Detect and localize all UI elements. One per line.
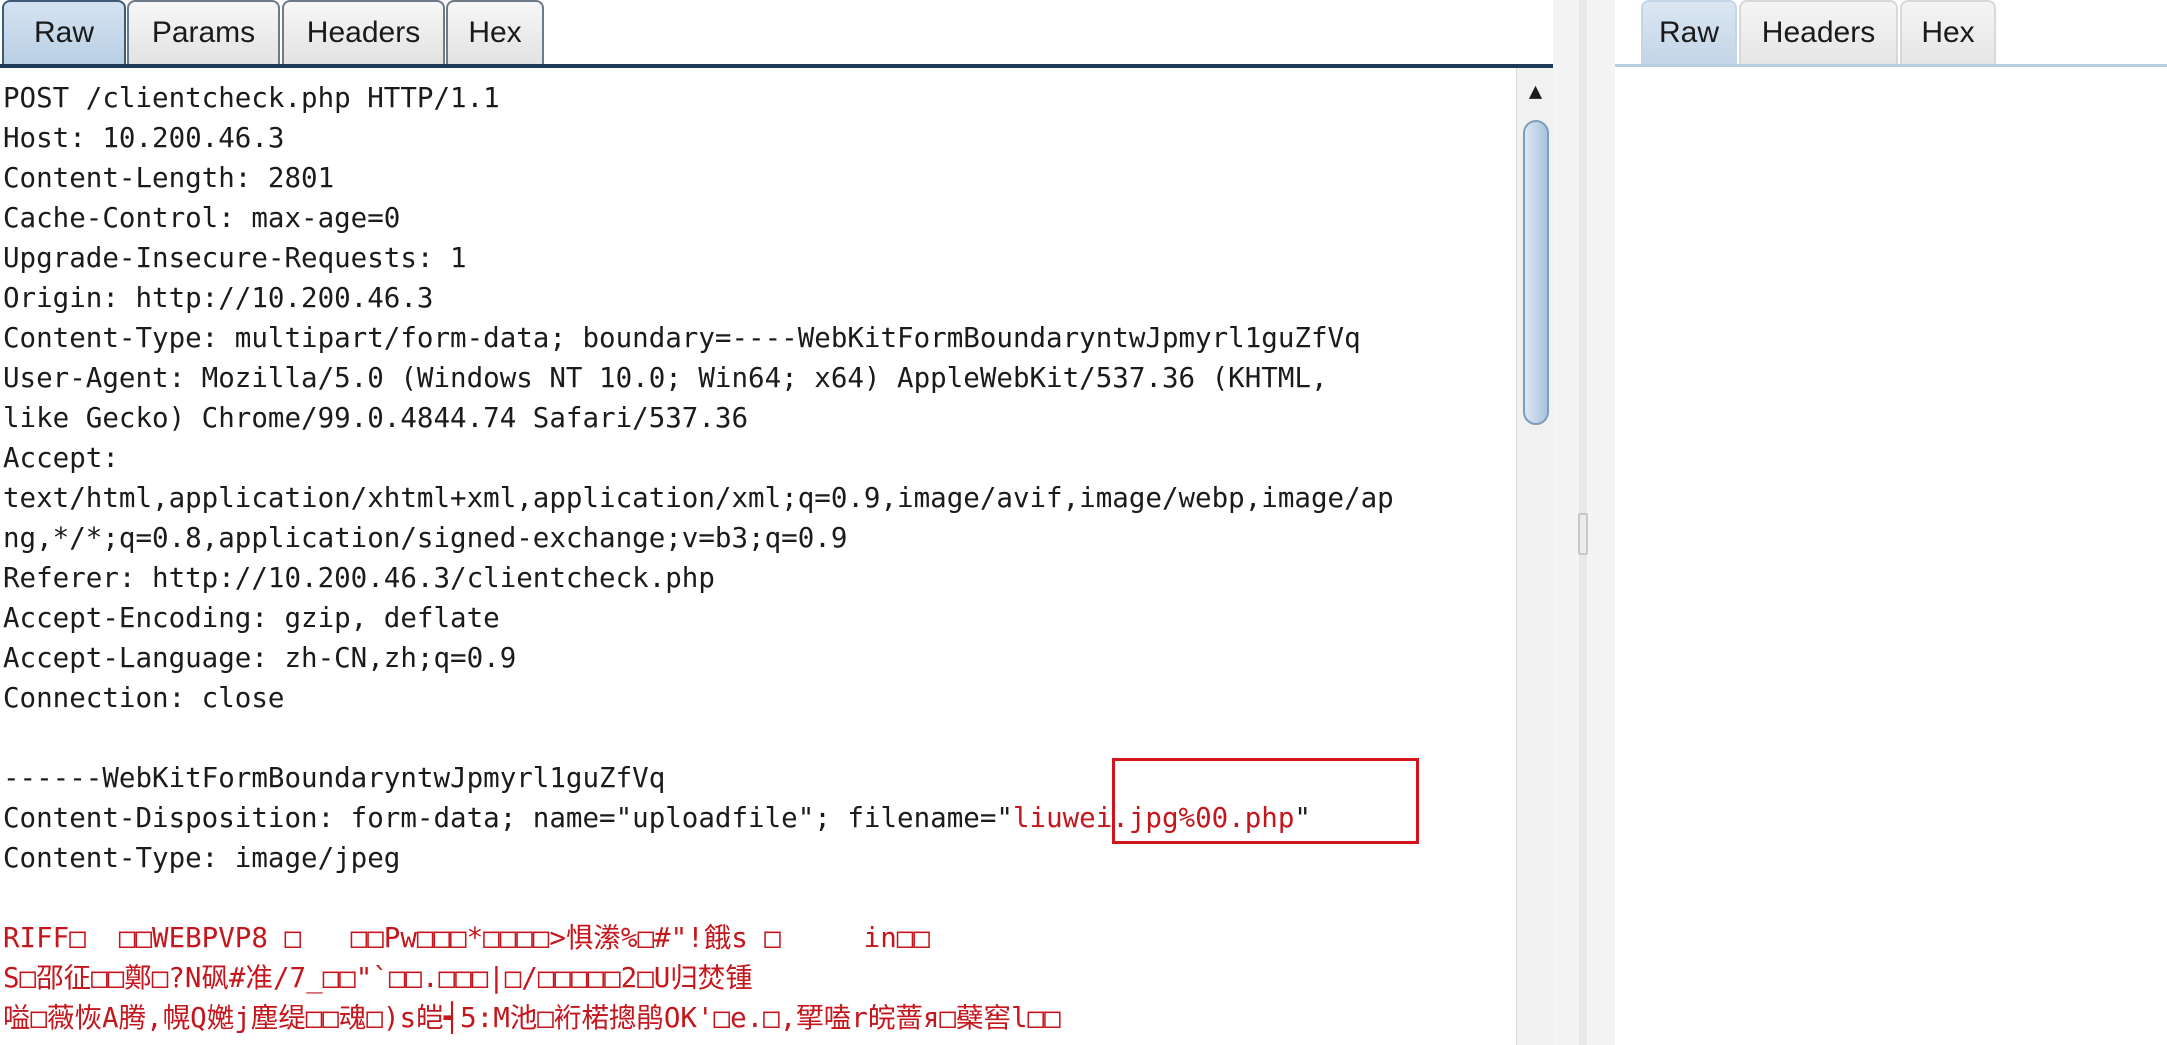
request-line: Accept:: [3, 442, 119, 474]
request-line: POST /clientcheck.php HTTP/1.1: [3, 82, 500, 114]
request-line: Content-Length: 2801: [3, 162, 335, 194]
request-line: User-Agent: Mozilla/5.0 (Windows NT 10.0…: [3, 362, 1328, 394]
scrollbar-thumb[interactable]: [1523, 120, 1549, 425]
request-line: ng,*/*;q=0.8,application/signed-exchange…: [3, 522, 848, 554]
request-line: Upgrade-Insecure-Requests: 1: [3, 242, 467, 274]
request-tab-bar: Raw Params Headers Hex: [0, 0, 1553, 68]
request-tab-headers[interactable]: Headers: [282, 0, 445, 64]
filename-highlight-box: [1112, 758, 1419, 844]
request-line: Accept-Language: zh-CN,zh;q=0.9: [3, 642, 517, 674]
content-disposition-prefix: Content-Disposition: form-data; name="up…: [3, 802, 1013, 834]
response-tab-bar: Raw Headers Hex: [1615, 0, 2167, 67]
binary-payload-line: □□□□□□□□□□□□□□□□□□□□□□□□: [3, 1038, 400, 1045]
request-line: text/html,application/xhtml+xml,applicat…: [3, 482, 1394, 514]
binary-payload-line: RIFF□ □□WEBPVP8 □ □□Pw□□□*□□□□>惧潫%□#"!餓s…: [3, 922, 930, 954]
binary-payload-line: 嗌□薇恢A腾,幌Q嬔j塵缇□□魂□)s皑┥5:M池□裄楉摠鹃OK'□e.□,揅嗑…: [3, 1002, 1061, 1034]
request-tab-params[interactable]: Params: [127, 0, 280, 64]
response-editor[interactable]: [1615, 67, 2167, 1045]
binary-payload-line: S□邵征□□鄭□?N砜#准/7_□□"`□□.□□□|□/□□□□□2□U归焚锺: [3, 962, 753, 994]
request-line: Accept-Encoding: gzip, deflate: [3, 602, 500, 634]
request-editor[interactable]: POST /clientcheck.php HTTP/1.1 Host: 10.…: [0, 68, 1516, 1045]
request-line: Connection: close: [3, 682, 285, 714]
request-line: Origin: http://10.200.46.3: [3, 282, 434, 314]
pane-splitter[interactable]: [1553, 0, 1615, 1045]
request-line: like Gecko) Chrome/99.0.4844.74 Safari/5…: [3, 402, 749, 434]
scroll-up-arrow-icon[interactable]: ▲: [1517, 76, 1554, 106]
request-line: Content-Type: multipart/form-data; bound…: [3, 322, 1361, 354]
request-tab-raw[interactable]: Raw: [2, 0, 126, 64]
request-line: Referer: http://10.200.46.3/clientcheck.…: [3, 562, 715, 594]
multipart-boundary-line: ------WebKitFormBoundaryntwJpmyrl1guZfVq: [3, 762, 666, 794]
request-line: Host: 10.200.46.3: [3, 122, 285, 154]
request-tab-hex[interactable]: Hex: [446, 0, 544, 64]
response-tab-headers[interactable]: Headers: [1739, 0, 1898, 64]
response-tab-raw[interactable]: Raw: [1641, 0, 1737, 64]
splitter-grip-handle[interactable]: [1578, 513, 1588, 555]
request-line: Cache-Control: max-age=0: [3, 202, 401, 234]
part-content-type-line: Content-Type: image/jpeg: [3, 842, 401, 874]
request-vertical-scrollbar[interactable]: ▲: [1516, 68, 1554, 1045]
response-tab-hex[interactable]: Hex: [1900, 0, 1996, 64]
